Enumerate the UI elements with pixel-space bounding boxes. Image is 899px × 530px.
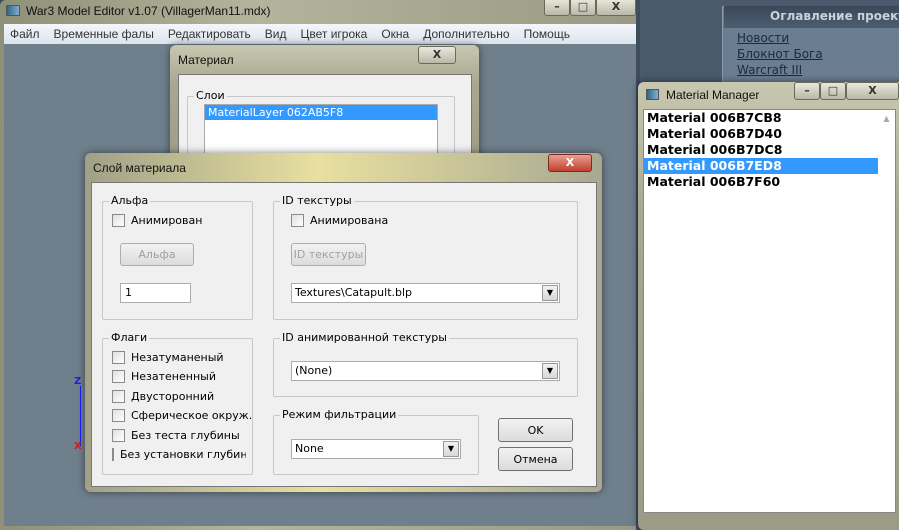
alpha-animated-checkbox[interactable]: Анимирован xyxy=(112,214,202,227)
z-axis-label: Z xyxy=(74,376,82,387)
menu-view[interactable]: Вид xyxy=(265,27,287,41)
anim-texture-select-value: (None) xyxy=(295,364,333,377)
menu-edit[interactable]: Редактировать xyxy=(168,27,251,41)
checkbox-box[interactable] xyxy=(112,448,114,461)
menu-windows[interactable]: Окна xyxy=(381,27,409,41)
checkbox-label: Незатененный xyxy=(131,370,216,383)
maximize-button[interactable]: □ xyxy=(570,0,596,16)
chevron-down-icon[interactable]: ▼ xyxy=(443,441,459,457)
flag-two-sided-checkbox[interactable]: Двусторонний xyxy=(112,390,214,403)
flag-no-depth-test-checkbox[interactable]: Без теста глубины xyxy=(112,429,240,442)
layer-item[interactable]: MaterialLayer 062AB5F8 xyxy=(205,105,437,120)
texture-select[interactable]: Textures\Catapult.blp ▼ xyxy=(291,283,560,303)
website-toc-heading: Оглавление проекта xyxy=(724,6,899,28)
scroll-up-icon[interactable]: ▲ xyxy=(878,114,895,123)
anim-texture-select[interactable]: (None) ▼ xyxy=(291,361,560,381)
material-item[interactable]: Material 006B7CB8 xyxy=(644,110,895,126)
texture-id-group-label: ID текстуры xyxy=(280,194,354,207)
texture-id-button[interactable]: ID текстуры xyxy=(291,243,366,266)
checkbox-label: Без теста глубины xyxy=(131,429,240,442)
filter-mode-select-value: None xyxy=(295,442,324,455)
material-manager-title: Material Manager xyxy=(666,88,760,102)
flag-unfogged-checkbox[interactable]: Незатуманеный xyxy=(112,351,224,364)
menu-file[interactable]: Файл xyxy=(10,27,40,41)
checkbox-box[interactable] xyxy=(112,370,125,383)
menu-temp-files[interactable]: Временные фалы xyxy=(54,27,154,41)
chevron-down-icon[interactable]: ▼ xyxy=(542,363,558,379)
scrollbar[interactable]: ▲ xyxy=(878,110,895,512)
filter-mode-group-label: Режим фильтрации xyxy=(280,408,399,421)
main-window-title: War3 Model Editor v1.07 (VillagerMan11.m… xyxy=(26,4,271,18)
menu-extra[interactable]: Дополнительно xyxy=(423,27,509,41)
anim-texture-group-label: ID анимированной текстуры xyxy=(280,331,449,344)
menu-bar: Файл Временные фалы Редактировать Вид Цв… xyxy=(4,24,636,44)
material-item[interactable]: Material 006B7DC8 xyxy=(644,142,895,158)
mm-minimize-button[interactable]: – xyxy=(794,82,820,100)
alpha-value-input[interactable]: 1 xyxy=(120,283,191,303)
layer-dialog-close-button[interactable]: X xyxy=(548,154,592,172)
checkbox-label: Сферическое окруж. xyxy=(131,409,253,422)
menu-player-color[interactable]: Цвет игрока xyxy=(300,27,367,41)
checkbox-box[interactable] xyxy=(291,214,304,227)
website-link-warcraft[interactable]: Warcraft III xyxy=(737,63,802,77)
checkbox-label: Незатуманеный xyxy=(131,351,224,364)
texture-animated-checkbox[interactable]: Анимирована xyxy=(291,214,388,227)
website-link-news[interactable]: Новости xyxy=(737,31,789,45)
flag-no-depth-set-checkbox[interactable]: Без установки глубины xyxy=(112,448,246,461)
website-link-notebook[interactable]: Блокнот Бога xyxy=(737,47,823,61)
checkbox-label: Анимирован xyxy=(131,214,203,227)
minimize-button[interactable]: – xyxy=(544,0,570,16)
checkbox-box[interactable] xyxy=(112,390,125,403)
z-axis-line xyxy=(80,386,81,446)
material-manager-icon xyxy=(646,89,659,100)
mm-close-button[interactable]: X xyxy=(846,82,899,100)
material-item[interactable]: Material 006B7D40 xyxy=(644,126,895,142)
flag-sphere-env-checkbox[interactable]: Сферическое окруж. xyxy=(112,409,252,422)
mm-maximize-button[interactable]: □ xyxy=(820,82,846,100)
alpha-group-label: Альфа xyxy=(109,194,151,207)
material-window-title: Материал xyxy=(178,53,234,67)
chevron-down-icon[interactable]: ▼ xyxy=(542,285,558,301)
flags-group-label: Флаги xyxy=(109,331,150,344)
checkbox-box[interactable] xyxy=(112,429,125,442)
filter-mode-select[interactable]: None ▼ xyxy=(291,439,461,459)
checkbox-label: Анимирована xyxy=(310,214,389,227)
material-item-selected[interactable]: Material 006B7ED8 xyxy=(644,158,878,174)
material-list[interactable]: Material 006B7CB8 Material 006B7D40 Mate… xyxy=(643,109,896,513)
layer-dialog-title: Слой материала xyxy=(93,161,186,175)
alpha-button[interactable]: Альфа xyxy=(120,243,194,266)
checkbox-box[interactable] xyxy=(112,409,125,422)
layers-group-label: Слои xyxy=(194,89,227,102)
close-button[interactable]: X xyxy=(596,0,636,16)
ok-button[interactable]: OK xyxy=(498,418,573,442)
menu-help[interactable]: Помощь xyxy=(524,27,570,41)
cancel-button[interactable]: Отмена xyxy=(498,447,573,471)
checkbox-box[interactable] xyxy=(112,351,125,364)
checkbox-label: Двусторонний xyxy=(131,390,215,403)
material-close-button[interactable]: X xyxy=(418,46,456,64)
flag-unshaded-checkbox[interactable]: Незатененный xyxy=(112,370,216,383)
checkbox-label: Без установки глубины xyxy=(120,448,246,461)
x-axis-label: X xyxy=(74,441,82,452)
material-item[interactable]: Material 006B7F60 xyxy=(644,174,895,190)
checkbox-box[interactable] xyxy=(112,214,125,227)
texture-select-value: Textures\Catapult.blp xyxy=(295,286,413,299)
app-icon xyxy=(6,5,20,16)
